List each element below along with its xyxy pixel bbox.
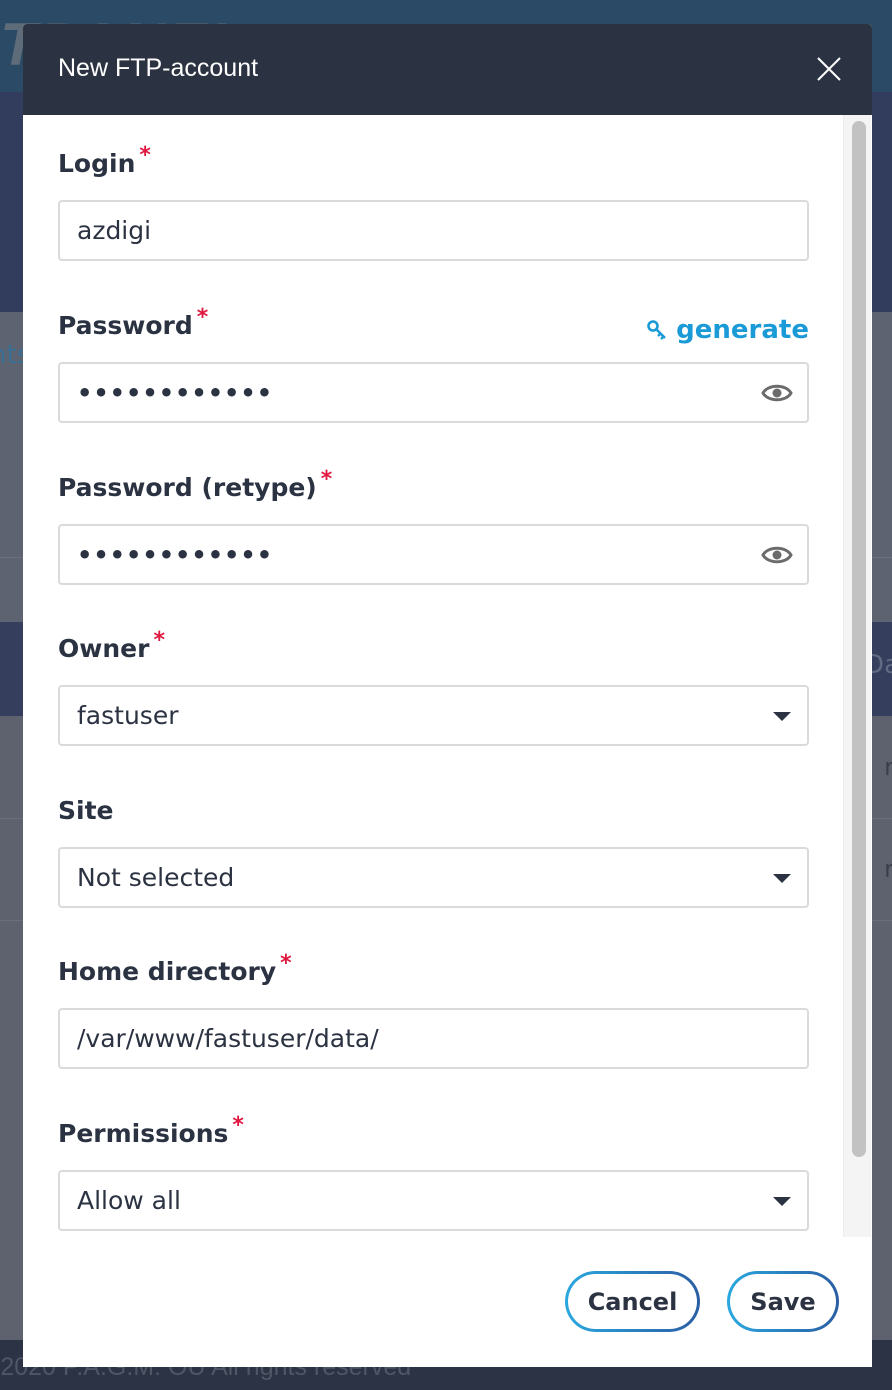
login-input[interactable]: azdigi — [58, 200, 809, 261]
home-directory-label: Home directory * — [58, 951, 292, 986]
required-marker: * — [139, 143, 151, 168]
ftp-account-modal: New FTP-account Login * azdigi Password … — [23, 24, 872, 1367]
caret-down-icon — [773, 874, 791, 883]
modal-header: New FTP-account — [23, 24, 872, 115]
close-button[interactable] — [816, 56, 842, 82]
site-field-group: Site Not selected — [58, 796, 809, 908]
required-marker: * — [196, 305, 209, 330]
eye-icon[interactable] — [761, 541, 793, 569]
required-marker: * — [280, 951, 292, 976]
password-field-group: Password * generate •••••••••••• — [58, 305, 809, 423]
modal-body: Login * azdigi Password * generate •••••… — [23, 115, 872, 1237]
permissions-select[interactable]: Allow all — [58, 1170, 809, 1231]
required-marker: * — [232, 1113, 244, 1138]
owner-field-group: Owner * fastuser — [58, 628, 809, 746]
password-input[interactable]: •••••••••••• — [58, 362, 809, 423]
owner-label: Owner * — [58, 628, 165, 663]
key-icon — [647, 320, 667, 340]
site-label: Site — [58, 796, 114, 825]
permissions-label: Permissions * — [58, 1113, 244, 1148]
background-cell: r — [884, 753, 892, 781]
required-marker: * — [153, 628, 165, 653]
cancel-button[interactable]: Cancel — [565, 1271, 700, 1332]
site-select[interactable]: Not selected — [58, 847, 809, 908]
password-retype-field-group: Password (retype) * •••••••••••• — [58, 467, 809, 585]
home-directory-field-group: Home directory * /var/www/fastuser/data/ — [58, 951, 809, 1069]
modal-title: New FTP-account — [58, 54, 259, 82]
login-field-group: Login * azdigi — [58, 143, 809, 261]
eye-icon[interactable] — [761, 379, 793, 407]
caret-down-icon — [773, 1197, 791, 1206]
caret-down-icon — [773, 712, 791, 721]
background-cell: r — [884, 855, 892, 883]
save-button[interactable]: Save — [727, 1271, 839, 1332]
permissions-field-group: Permissions * Allow all — [58, 1113, 809, 1231]
modal-scrollbar[interactable] — [843, 115, 871, 1237]
home-directory-input[interactable]: /var/www/fastuser/data/ — [58, 1008, 809, 1069]
owner-select[interactable]: fastuser — [58, 685, 809, 746]
password-retype-label: Password (retype) * — [58, 467, 333, 502]
close-icon — [817, 57, 841, 81]
modal-footer: Cancel Save — [23, 1237, 872, 1367]
required-marker: * — [320, 467, 333, 492]
password-retype-input[interactable]: •••••••••••• — [58, 524, 809, 585]
scrollbar-thumb[interactable] — [852, 121, 866, 1157]
login-label: Login * — [58, 143, 151, 178]
generate-password-link[interactable]: generate — [646, 315, 809, 345]
